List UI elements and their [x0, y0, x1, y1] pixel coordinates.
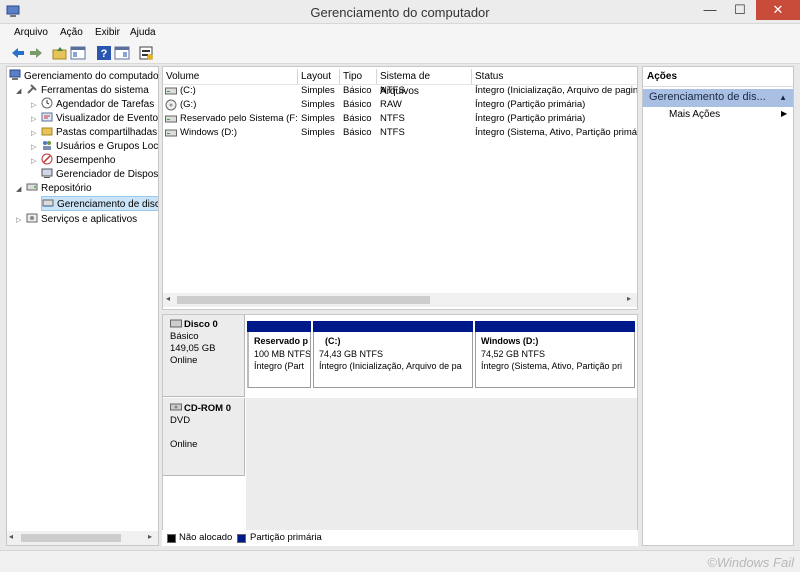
collapse-arrow-icon[interactable]: ◢: [16, 183, 26, 197]
scroll-left-icon[interactable]: ◂: [166, 294, 170, 303]
column-header-type[interactable]: Tipo: [340, 69, 377, 84]
actions-disk-management-group[interactable]: Gerenciamento de dis... ▲: [643, 89, 793, 107]
partition-c[interactable]: (C:) 74,43 GB NTFS Íntegro (Inicializaçã…: [313, 321, 473, 391]
collapse-up-icon[interactable]: ▲: [779, 93, 787, 102]
cdrom-0-label[interactable]: CD-ROM 0 DVD Online: [163, 398, 245, 476]
tree-item-disk-management[interactable]: Gerenciamento de disco: [41, 196, 158, 211]
services-icon: [26, 213, 38, 223]
navigation-tree: Gerenciamento do computado ◢ Ferramentas …: [6, 66, 159, 546]
cdrom-empty-area: [246, 398, 637, 476]
toolbar: ?: [0, 42, 800, 64]
storage-icon: [26, 183, 38, 191]
column-header-filesystem[interactable]: Sistema de Arquivos: [377, 69, 472, 97]
menu-acao[interactable]: Ação: [60, 27, 83, 38]
tree-item-computer-management[interactable]: Gerenciamento do computado: [9, 69, 158, 83]
expand-arrow-icon[interactable]: ▷: [16, 214, 26, 228]
table-row[interactable]: (G:) Simples Básico RAW Íntegro (Partiçã…: [163, 98, 637, 112]
window-title: Gerenciamento do computador: [310, 5, 490, 20]
help-icon[interactable]: ?: [96, 45, 112, 61]
tree-item-system-tools[interactable]: ◢ Ferramentas do sistema: [16, 83, 149, 97]
disk-0-label[interactable]: Disco 0 Básico 149,05 GB Online: [163, 315, 245, 397]
cdrom-icon: [170, 403, 182, 411]
expand-arrow-icon[interactable]: ▷: [31, 155, 41, 169]
drive-icon: [165, 115, 177, 123]
column-header-layout[interactable]: Layout: [298, 69, 340, 84]
volume-horizontal-scrollbar[interactable]: ◂ ▸: [163, 293, 637, 307]
disk-map-empty-space: [246, 476, 637, 531]
legend-primary-swatch: [237, 534, 246, 543]
disk-management-icon: [42, 199, 54, 207]
back-arrow-icon[interactable]: [10, 45, 26, 61]
computer-management-icon: [9, 69, 21, 80]
minimize-button[interactable]: —: [696, 0, 724, 20]
title-bar: Gerenciamento do computador — ☐ ✕: [0, 0, 800, 24]
svg-text:?: ?: [101, 48, 108, 60]
legend-unallocated-label: Não alocado: [179, 532, 233, 543]
maximize-button[interactable]: ☐: [726, 0, 754, 20]
scroll-right-icon[interactable]: ▸: [148, 532, 152, 541]
drive-icon: [165, 129, 177, 137]
tree-item-task-scheduler[interactable]: ▷ Agendador de Tarefas: [31, 97, 154, 111]
legend: Não alocado Partição primária: [162, 530, 638, 546]
scrollbar-thumb[interactable]: [177, 296, 430, 304]
users-icon: [43, 141, 51, 150]
watermark: ©Windows Fail: [707, 555, 794, 570]
performance-icon: [41, 153, 53, 165]
tree-horizontal-scrollbar[interactable]: ◂ ▸: [7, 531, 158, 545]
event-viewer-icon: [41, 112, 53, 122]
shared-folder-icon: [41, 127, 53, 136]
scroll-left-icon[interactable]: ◂: [9, 532, 13, 541]
actions-pane: Ações Gerenciamento de dis... ▲ Mais Açõ…: [642, 66, 794, 546]
show-hide-tree-icon[interactable]: [70, 45, 86, 61]
disk-map: Disco 0 Básico 149,05 GB Online Reservad…: [162, 314, 638, 546]
column-header-volume[interactable]: Volume: [163, 69, 298, 84]
legend-unallocated-swatch: [167, 534, 176, 543]
clock-icon: [41, 97, 53, 109]
tree-item-device-manager[interactable]: Gerenciador de Disposit: [41, 167, 158, 181]
tree-item-services-applications[interactable]: ▷ Serviços e aplicativos: [16, 212, 137, 226]
tree-item-shared-folders[interactable]: ▷ Pastas compartilhadas: [31, 125, 157, 139]
drive-icon: [165, 87, 177, 95]
menu-ajuda[interactable]: Ajuda: [130, 27, 156, 38]
actions-header: Ações: [643, 67, 793, 87]
tree-item-storage[interactable]: ◢ Repositório: [16, 181, 92, 195]
tree-item-local-users-groups[interactable]: ▷ Usuários e Grupos Loca: [31, 139, 158, 153]
device-manager-icon: [41, 168, 53, 178]
scroll-right-icon[interactable]: ▸: [627, 294, 631, 303]
partition-d[interactable]: Windows (D:) 74,52 GB NTFS Íntegro (Sist…: [475, 321, 635, 391]
up-folder-icon[interactable]: [52, 45, 68, 61]
disk-icon: [170, 319, 182, 328]
partition-reserved[interactable]: Reservado p 100 MB NTFS Íntegro (Part: [247, 321, 311, 391]
show-hide-action-pane-icon[interactable]: [114, 45, 130, 61]
menu-bar: Arquivo Ação Exibir Ajuda: [0, 24, 800, 42]
tools-icon: [27, 84, 37, 94]
properties-icon[interactable]: [138, 45, 154, 61]
collapse-arrow-icon[interactable]: ◢: [16, 85, 26, 99]
tree-item-performance[interactable]: ▷ Desempenho: [31, 153, 115, 167]
menu-arquivo[interactable]: Arquivo: [14, 27, 48, 38]
more-actions-item[interactable]: Mais Ações: [669, 109, 720, 120]
chevron-right-icon[interactable]: ▶: [781, 109, 787, 118]
legend-primary-label: Partição primária: [250, 532, 322, 543]
table-row[interactable]: Reservado pelo Sistema (F:) Simples Bási…: [163, 112, 637, 126]
close-button[interactable]: ✕: [756, 0, 800, 20]
forward-arrow-icon[interactable]: [28, 45, 44, 61]
table-row[interactable]: (C:) Simples Básico NTFS Íntegro (Inicia…: [163, 84, 637, 98]
column-header-status[interactable]: Status: [472, 69, 637, 84]
status-bar: [0, 550, 800, 572]
volume-list: Volume Layout Tipo Sistema de Arquivos S…: [162, 66, 638, 310]
table-row[interactable]: Windows (D:) Simples Básico NTFS Íntegro…: [163, 126, 637, 140]
scrollbar-thumb[interactable]: [21, 534, 121, 542]
menu-exibir[interactable]: Exibir: [95, 27, 120, 38]
tree-item-event-viewer[interactable]: ▷ Visualizador de Eventos: [31, 111, 158, 125]
optical-drive-icon: [165, 99, 177, 111]
